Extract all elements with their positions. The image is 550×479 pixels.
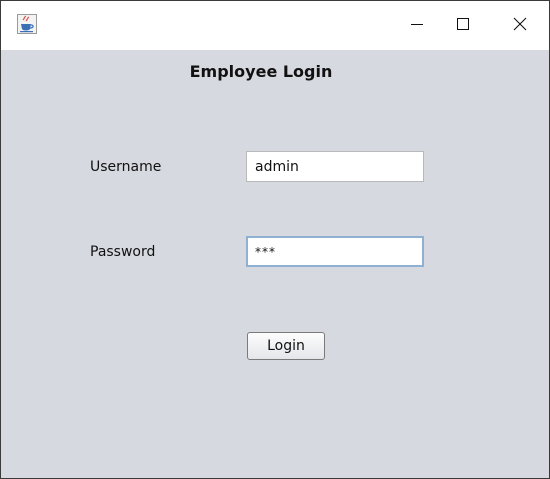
close-button[interactable]: [497, 1, 543, 50]
password-field[interactable]: ***: [246, 236, 424, 267]
minimize-icon: [410, 16, 424, 35]
form-heading: Employee Login: [189, 62, 333, 81]
username-value: admin: [255, 158, 299, 175]
maximize-button[interactable]: [440, 1, 486, 50]
title-bar[interactable]: [1, 1, 549, 50]
close-icon: [513, 16, 527, 35]
minimize-button[interactable]: [394, 1, 440, 50]
login-window: Employee Login Username admin Password *…: [0, 0, 550, 479]
java-cup-icon: [17, 14, 37, 34]
username-field[interactable]: admin: [246, 151, 424, 182]
password-value: ***: [255, 244, 276, 259]
password-label: Password: [90, 244, 156, 260]
username-label: Username: [90, 159, 162, 175]
login-form: Employee Login Username admin Password *…: [1, 50, 549, 478]
login-button[interactable]: Login: [247, 332, 325, 360]
maximize-icon: [456, 16, 470, 35]
